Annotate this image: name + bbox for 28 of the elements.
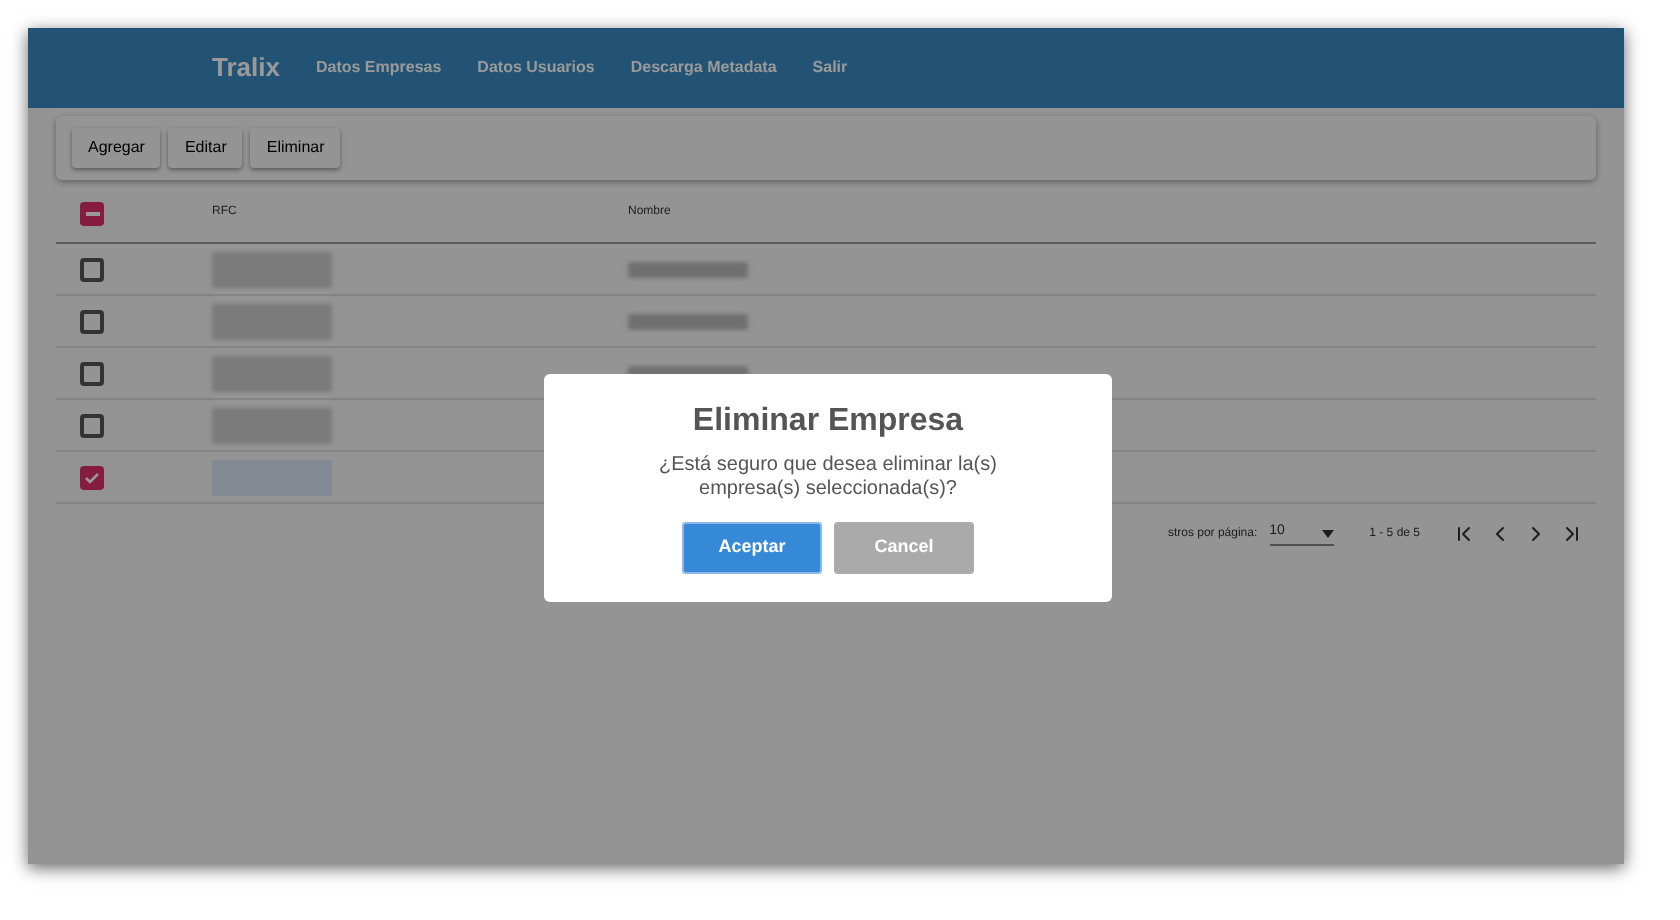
checkbox[interactable] xyxy=(80,257,104,281)
first-page-icon[interactable] xyxy=(1452,522,1476,546)
dialog-message: ¿Está seguro que desea eliminar la(s) empresa(s) seleccionada(s)? xyxy=(657,454,999,502)
brand-name: Tralix xyxy=(212,50,280,87)
checkbox[interactable] xyxy=(80,413,104,437)
dropdown-caret-icon xyxy=(1321,529,1334,537)
checkbox[interactable] xyxy=(80,201,104,225)
blurred-cell xyxy=(628,313,748,329)
dialog-button[interactable]: Cancel xyxy=(834,522,974,574)
toolbar-button[interactable]: Eliminar xyxy=(250,128,341,168)
blurred-cell xyxy=(212,251,332,287)
blurred-cell xyxy=(212,303,332,339)
blurred-cell xyxy=(628,261,748,277)
toolbar-button[interactable]: Agregar xyxy=(72,128,161,168)
dialog-button[interactable]: Aceptar xyxy=(682,522,822,574)
last-page-icon[interactable] xyxy=(1560,522,1584,546)
checkbox[interactable] xyxy=(80,465,104,489)
checkmark-icon xyxy=(84,469,100,485)
blurred-cell xyxy=(212,355,332,391)
blurred-cell xyxy=(212,407,332,443)
nav-link[interactable]: Datos Usuarios xyxy=(477,56,595,80)
nav-link[interactable]: Datos Empresas xyxy=(315,56,442,80)
toolbar-button[interactable]: Editar xyxy=(168,128,243,168)
nav-link[interactable]: Salir xyxy=(812,56,848,80)
checkbox[interactable] xyxy=(80,309,104,333)
checkbox[interactable] xyxy=(80,361,104,385)
nav-link[interactable]: Descarga Metadata xyxy=(630,56,777,80)
dialog-title: Eliminar Empresa xyxy=(692,402,964,442)
